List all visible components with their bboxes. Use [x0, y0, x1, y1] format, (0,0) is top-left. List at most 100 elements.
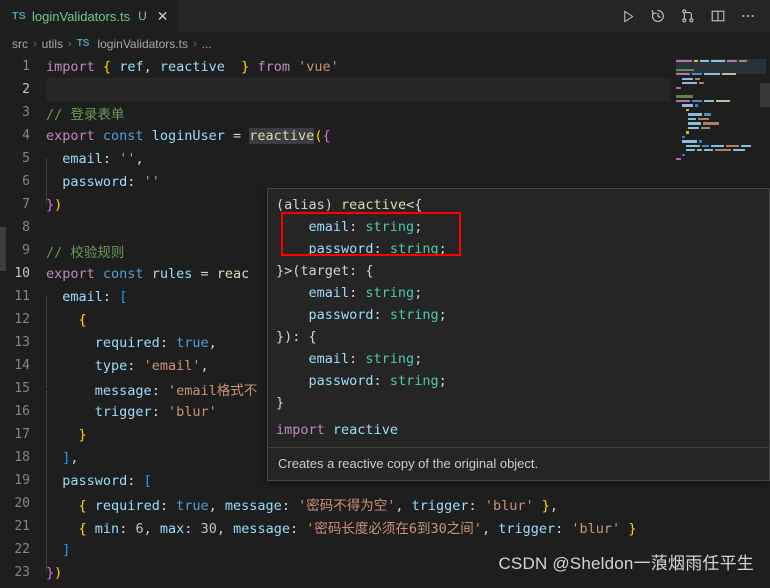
editor-scrollbar[interactable]: [760, 83, 770, 107]
breadcrumb-item-utils[interactable]: utils: [42, 37, 63, 51]
token-string: 'email': [143, 357, 201, 374]
minimap-line: [676, 126, 766, 130]
line-number: 7: [22, 197, 30, 212]
hover-type-string: string: [365, 285, 415, 301]
token-colon: :: [127, 357, 136, 374]
minimap-content: [676, 59, 766, 162]
token-colon: :: [151, 382, 160, 399]
hover-generic-open: <{: [406, 197, 423, 213]
token-equals: =: [233, 127, 242, 144]
line-number: 21: [14, 519, 30, 534]
line-number: 19: [14, 473, 30, 488]
line-number: 8: [22, 220, 30, 235]
minimap-line: [676, 90, 766, 93]
code-editor[interactable]: 1 import { ref, reactive } from 'vue' 2 …: [0, 55, 770, 588]
hover-semicolon: ;: [414, 219, 423, 235]
line-number: 6: [22, 174, 30, 189]
token-colon: :: [102, 150, 112, 167]
token-brace-open: {: [78, 497, 87, 514]
token-bracket: [: [143, 472, 152, 489]
breadcrumb-item-src[interactable]: src: [12, 37, 28, 51]
token-comma: ,: [200, 357, 209, 374]
token-key-trigger: trigger: [94, 403, 152, 420]
line-number: 12: [14, 312, 30, 327]
code-line[interactable]: 20 { required: true, message: '密码不得为空', …: [0, 492, 770, 528]
code-line[interactable]: 21 { min: 6, max: 30, message: '密码长度必须在6…: [0, 515, 770, 551]
hover-tooltip: (alias) reactive<{ email: string; passwo…: [267, 188, 770, 481]
token-number: 6: [135, 520, 144, 537]
code-line[interactable]: 4 export const loginUser = reactive({: [0, 124, 770, 147]
token-number: 30: [200, 520, 217, 537]
token-key-email: email: [62, 150, 103, 167]
editor-actions-toolbar: [615, 0, 770, 32]
token-import: import: [46, 58, 95, 75]
token-equals: =: [200, 265, 209, 282]
token-brace-close: }: [241, 58, 250, 75]
breadcrumb-item-file[interactable]: loginValidators.ts: [97, 37, 188, 51]
minimap-line: [676, 158, 766, 161]
minimap-line: [676, 117, 766, 121]
minimap-line: [676, 99, 766, 103]
hover-semicolon: ;: [438, 373, 447, 389]
minimap-line: [676, 144, 766, 147]
token-string-chinese: '密码长度必须在6到30之间': [306, 520, 482, 537]
editor-tab-loginvalidators[interactable]: TS loginValidators.ts U ✕: [0, 0, 180, 32]
line-number: 10: [14, 266, 30, 281]
token-string: 'email格式不: [167, 382, 258, 399]
code-line[interactable]: 3 // 登录表单: [0, 101, 770, 124]
split-editor-icon[interactable]: [710, 8, 726, 24]
token-colon: :: [127, 472, 136, 489]
code-line[interactable]: 5 email: '',: [0, 147, 770, 181]
minimap-line: [676, 131, 766, 134]
line-content: { min: 6, max: 30, message: '密码长度必须在6到30…: [46, 520, 637, 551]
breadcrumb-separator: ›: [68, 37, 72, 50]
token-key-message: message: [94, 382, 152, 399]
minimap-line: [676, 149, 766, 152]
token-identifier: rules: [151, 265, 193, 282]
token-const: const: [102, 265, 144, 282]
hover-close-brace: }: [276, 395, 285, 411]
hover-target-label: }>(target: {: [276, 263, 374, 279]
hover-semicolon: ;: [414, 285, 423, 301]
line-number: 18: [14, 450, 30, 465]
close-icon[interactable]: ✕: [157, 9, 169, 23]
token-string: 'blur': [167, 403, 217, 420]
line-number: 15: [14, 381, 30, 396]
token-reactive-call[interactable]: reactive: [249, 127, 315, 144]
tab-title: loginValidators.ts: [32, 8, 131, 24]
line-number: 23: [14, 565, 30, 580]
breadcrumb-item-symbols[interactable]: ...: [202, 37, 212, 51]
hover-prop-password: password: [308, 307, 374, 323]
token-paren: ): [54, 196, 63, 213]
breadcrumb: src › utils › TS loginValidators.ts › ..…: [0, 32, 770, 55]
minimap-line: [676, 122, 766, 125]
history-icon[interactable]: [650, 8, 666, 24]
minimap-line: [676, 81, 766, 85]
line-number: 17: [14, 427, 30, 442]
minimap-line: [676, 135, 766, 139]
minimap-line: [676, 153, 766, 156]
run-icon[interactable]: [621, 9, 636, 24]
code-line[interactable]: 1 import { ref, reactive } from 'vue': [0, 55, 770, 78]
more-actions-icon[interactable]: [740, 8, 756, 24]
line-content: export const loginUser = reactive({: [46, 127, 770, 144]
source-control-icon[interactable]: [680, 8, 696, 24]
line-number: 1: [22, 59, 30, 74]
hover-prop-email: email: [308, 351, 350, 367]
token-string: 'blur': [484, 497, 534, 514]
line-number: 22: [14, 542, 30, 557]
hover-import-keyword: import: [276, 422, 325, 438]
tab-git-status-badge: U: [138, 9, 147, 23]
token-identifier: loginUser: [151, 127, 225, 144]
hover-return-label: }): {: [276, 329, 317, 345]
token-string-chinese: '密码不得为空': [298, 497, 396, 514]
token-colon: :: [159, 334, 168, 351]
token-key-password: password: [62, 173, 128, 190]
hover-signature: (alias) reactive<{ email: string; passwo…: [276, 197, 447, 411]
breadcrumb-separator: ›: [33, 37, 37, 50]
breadcrumb-separator: ›: [192, 37, 197, 50]
token-key-message: message: [224, 497, 282, 514]
minimap-line: [676, 108, 766, 112]
token-brace-close: }: [628, 520, 637, 537]
hover-function-name: reactive: [341, 197, 407, 213]
